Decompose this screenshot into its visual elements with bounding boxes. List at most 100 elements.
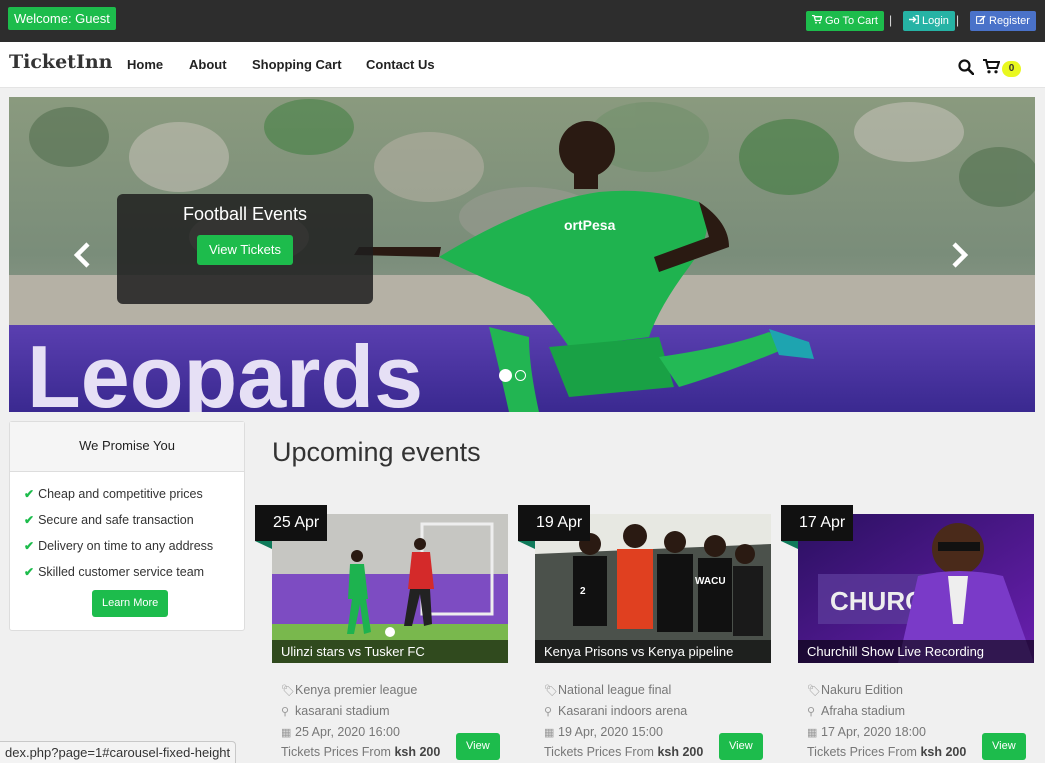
event-name: Kenya Prisons vs Kenya pipeline [535,640,771,663]
carousel-dot[interactable] [515,370,526,382]
banner-text: Leopards [27,327,423,412]
event-category: 🏷Kenya premier league [281,683,417,697]
event-date-tag: 19 Apr [518,505,591,541]
hero-carousel[interactable]: Leopards ortPesa Football Events View Ti… [9,97,1035,412]
carousel-next-icon[interactable] [949,242,969,275]
event-card: 2 WACU Kenya Prisons vs Kenya pipeline 1… [518,505,771,763]
date-tag-fold [518,541,535,549]
price-value: ksh 200 [394,745,441,759]
calendar-icon: ▦ [544,727,555,739]
map-marker-icon: ⚲ [544,706,553,718]
nav-about[interactable]: About [189,57,227,72]
event-venue-label: Kasarani indoors arena [558,704,688,718]
carousel-prev-icon[interactable] [73,242,93,275]
event-datetime-label: 17 Apr, 2020 18:00 [821,725,926,739]
separator: | [889,13,893,27]
shopping-cart-icon[interactable] [983,59,1000,74]
register-button[interactable]: Register [970,11,1036,31]
go-to-cart-label: Go To Cart [825,15,878,27]
go-to-cart-button[interactable]: Go To Cart [806,11,884,31]
event-category-label: Nakuru Edition [821,683,903,697]
event-datetime: ▦ 19 Apr, 2020 15:00 [544,725,663,739]
event-datetime: ▦ 25 Apr, 2020 16:00 [281,725,400,739]
login-button[interactable]: Login [903,11,955,31]
sign-in-icon [909,12,919,32]
check-icon: ✔ [24,487,35,501]
jersey-text: WACU [695,576,726,587]
event-price: Tickets Prices From ksh 200 [281,745,440,759]
learn-more-button[interactable]: Learn More [92,590,169,617]
promise-item: ✔ Cheap and competitive prices [24,486,244,512]
price-prefix: Tickets Prices From [281,745,391,759]
status-bar-url: dex.php?page=1#carousel-fixed-height [0,741,237,763]
price-prefix: Tickets Prices From [544,745,654,759]
shopping-cart-icon [812,12,823,32]
date-tag-fold [781,541,798,549]
price-value: ksh 200 [920,745,967,759]
price-prefix: Tickets Prices From [807,745,917,759]
check-icon: ✔ [24,539,35,553]
event-category-label: Kenya premier league [295,683,418,697]
promise-item-label: Skilled customer service team [38,565,205,579]
event-name: Ulinzi stars vs Tusker FC [272,640,508,663]
event-name: Churchill Show Live Recording [798,640,1034,663]
caption-title: Football Events [182,204,308,224]
date-tag-fold [255,541,272,549]
map-marker-icon: ⚲ [807,706,816,718]
promise-item-label: Delivery on time to any address [38,539,214,553]
event-venue-label: Afraha stadium [821,704,906,718]
carousel-indicators [499,367,529,385]
event-date-tag: 17 Apr [781,505,854,541]
register-label: Register [989,15,1030,27]
calendar-icon: ▦ [281,727,292,739]
tag-icon: 🏷 [544,685,558,697]
event-venue: ⚲ Afraha stadium [807,704,905,718]
brand-logo[interactable]: TicketInn [9,51,112,73]
event-venue: ⚲ kasarani stadium [281,704,390,718]
view-button[interactable]: View [719,733,763,760]
nav-home[interactable]: Home [127,57,163,72]
upcoming-events-title: Upcoming events [272,437,481,467]
promise-item: ✔ Secure and safe transaction [24,512,244,538]
event-datetime-label: 19 Apr, 2020 15:00 [558,725,663,739]
event-category: 🏷National league final [544,683,671,697]
nav-shopping-cart[interactable]: Shopping Cart [252,57,342,72]
separator: | [956,13,960,27]
map-marker-icon: ⚲ [281,706,290,718]
jersey-number: 2 [580,586,586,597]
event-card: CHURCHILL Churchill Show Live Recording … [781,505,1034,763]
promise-item-label: Cheap and competitive prices [38,487,203,501]
event-datetime: ▦ 17 Apr, 2020 18:00 [807,725,926,739]
check-icon: ✔ [24,513,35,527]
event-price: Tickets Prices From ksh 200 [544,745,703,759]
event-date-tag: 25 Apr [255,505,328,541]
carousel-dot[interactable] [499,369,512,383]
event-card: Ulinzi stars vs Tusker FC 25 Apr 🏷Kenya … [255,505,508,763]
event-datetime-label: 25 Apr, 2020 16:00 [295,725,400,739]
cart-count-badge: 0 [1002,61,1021,77]
check-icon: ✔ [24,565,35,579]
event-category: 🏷Nakuru Edition [807,683,903,697]
search-icon[interactable] [958,59,974,75]
calendar-icon: ▦ [807,727,818,739]
event-category-label: National league final [558,683,672,697]
view-button[interactable]: View [456,733,500,760]
view-tickets-button[interactable]: View Tickets [196,235,293,265]
welcome-label: Welcome: Guest [8,7,116,30]
promise-panel: We Promise You ✔ Cheap and competitive pr… [9,421,245,631]
navbar: TicketInn Home About Shopping Cart Conta… [0,42,1045,88]
nav-contact-us[interactable]: Contact Us [366,57,435,72]
event-venue: ⚲ Kasarani indoors arena [544,704,687,718]
view-button[interactable]: View [982,733,1026,760]
promise-heading: We Promise You [10,422,244,472]
shirt-sponsor-text: ortPesa [564,217,616,233]
login-label: Login [922,15,949,27]
promise-item: ✔ Delivery on time to any address [24,538,244,564]
promise-item: ✔ Skilled customer service team [24,564,244,590]
promise-item-label: Secure and safe transaction [38,513,194,527]
carousel-caption: Football Events View Tickets [117,194,373,304]
promise-list: ✔ Cheap and competitive prices ✔ Secure an… [10,472,244,590]
top-bar: Welcome: Guest Go To Cart | Login | Regi… [0,0,1045,42]
edit-icon [976,12,986,32]
tag-icon: 🏷 [281,685,295,697]
